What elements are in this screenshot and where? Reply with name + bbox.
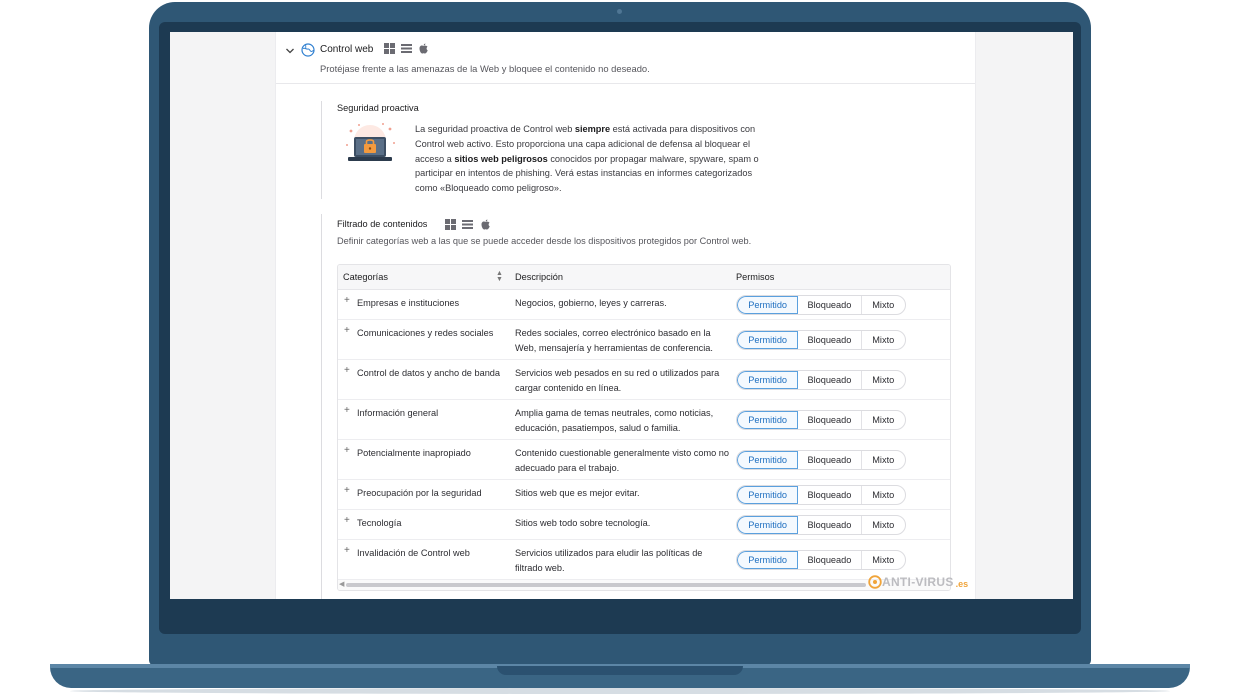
section-title: Filtrado de contenidos [337,219,428,229]
scroll-left-icon[interactable]: ◀ [339,580,344,588]
permission-allowed-button[interactable]: Permitido [737,486,799,504]
permission-selector[interactable]: Permitido Bloqueado Mixto [736,450,906,470]
table-row: + Empresas e instituciones Negocios, gobie… [338,290,950,320]
permission-blocked-button[interactable]: Bloqueado [798,486,862,504]
permission-mixed-button[interactable]: Mixto [862,551,905,569]
permission-mixed-button[interactable]: Mixto [862,451,905,469]
category-description: Servicios utilizados para eludir las pol… [515,548,703,573]
column-header-permissions: Permisos [736,272,775,282]
category-name: Empresas e instituciones [357,298,460,308]
category-description: Negocios, gobierno, leyes y carreras. [515,298,667,308]
watermark: ANTI-VIRUS .es [868,574,968,590]
category-description: Sitios web que es mejor evitar. [515,488,640,498]
permission-blocked-button[interactable]: Bloqueado [798,371,862,389]
watermark-suffix: .es [955,578,969,589]
permission-allowed-button[interactable]: Permitido [737,296,799,314]
globe-icon [301,43,315,57]
category-description: Amplia gama de temas neutrales, como not… [515,408,714,433]
category-description: Contenido cuestionable generalmente vist… [515,448,729,473]
table-header: Categorías ▲ ▼ Descripción Permisos [338,265,950,290]
permission-allowed-button[interactable]: Permitido [737,371,799,389]
permission-allowed-button[interactable]: Permitido [737,451,799,469]
permission-selector[interactable]: Permitido Bloqueado Mixto [736,485,906,505]
permission-selector[interactable]: Permitido Bloqueado Mixto [736,330,906,350]
table-row: + Tecnología Sitios web todo sobre tecnolo… [338,510,950,540]
section-title: Seguridad proactiva [337,103,419,113]
table-row: + Control de datos y ancho de banda Servic… [338,360,950,400]
table-row: + Invalidación de Control web Servicios ut… [338,540,950,580]
category-name: Información general [357,408,439,418]
permission-blocked-button[interactable]: Bloqueado [798,296,862,314]
permission-selector[interactable]: Permitido Bloqueado Mixto [736,515,906,535]
category-name: Invalidación de Control web [357,548,470,558]
permission-blocked-button[interactable]: Bloqueado [798,411,862,429]
permission-mixed-button[interactable]: Mixto [862,296,905,314]
table-row: + Preocupación por la seguridad Sitios web… [338,480,950,510]
camera-icon [617,9,622,14]
apple-icon [481,219,490,230]
category-name: Control de datos y ancho de banda [357,368,501,378]
scrollbar-thumb[interactable] [346,583,866,587]
sort-icon[interactable]: ▲ ▼ [496,270,503,283]
permission-selector[interactable]: Permitido Bloqueado Mixto [736,370,906,390]
laptop-lock-illustration [346,123,395,161]
module-header[interactable]: Control web Protéjase frente a las amena… [276,32,975,84]
category-name: Comunicaciones y redes sociales [357,328,494,338]
permission-blocked-button[interactable]: Bloqueado [798,331,862,349]
category-name: Tecnología [357,518,402,528]
category-name: Potencialmente inapropiado [357,448,471,458]
chevron-down-icon[interactable] [285,46,295,56]
column-header-description: Descripción [515,272,563,282]
web-control-panel: Control web Protéjase frente a las amena… [275,32,976,599]
permission-mixed-button[interactable]: Mixto [862,486,905,504]
proactive-security-section: Seguridad proactiva La seguridad proacti… [321,101,881,199]
permission-mixed-button[interactable]: Mixto [862,411,905,429]
module-subtitle: Protéjase frente a las amenazas de la We… [320,63,650,74]
permission-blocked-button[interactable]: Bloqueado [798,451,862,469]
permission-blocked-button[interactable]: Bloqueado [798,551,862,569]
category-description: Redes sociales, correo electrónico basad… [515,328,713,353]
watermark-logo-icon [868,575,882,589]
table-row: + Comunicaciones y redes sociales Redes so… [338,320,950,360]
category-description: Servicios web pesados en su red o utiliz… [515,368,720,393]
laptop-shadow [70,688,1170,694]
list-icon [462,220,473,229]
laptop-notch [497,666,743,675]
section-subtitle: Definir categorías web a las que se pued… [337,236,752,246]
categories-table: Categorías ▲ ▼ Descripción Permisos + Empr… [337,264,951,591]
permission-selector[interactable]: Permitido Bloqueado Mixto [736,410,906,430]
module-title: Control web [320,44,374,55]
permission-blocked-button[interactable]: Bloqueado [798,516,862,534]
windows-icon [384,43,395,54]
content-filtering-section: Filtrado de contenidos Definir categoría… [321,214,961,599]
permission-allowed-button[interactable]: Permitido [737,516,799,534]
watermark-text: ANTI-VIRUS [882,575,954,589]
windows-icon [445,219,456,230]
table-row: + Información general Amplia gama de temas… [338,400,950,440]
permission-selector[interactable]: Permitido Bloqueado Mixto [736,295,906,315]
permission-mixed-button[interactable]: Mixto [862,371,905,389]
permission-mixed-button[interactable]: Mixto [862,331,905,349]
proactive-description: La seguridad proactiva de Control web si… [415,124,759,194]
apple-icon [419,43,428,54]
list-icon [401,44,412,53]
category-description: Sitios web todo sobre tecnología. [515,518,651,528]
column-header-category[interactable]: Categorías [343,272,388,282]
screen: Control web Protéjase frente a las amena… [170,32,1073,599]
permission-allowed-button[interactable]: Permitido [737,331,799,349]
permission-allowed-button[interactable]: Permitido [737,551,799,569]
horizontal-scrollbar[interactable]: ◀ [338,580,950,590]
permission-selector[interactable]: Permitido Bloqueado Mixto [736,550,906,570]
permission-allowed-button[interactable]: Permitido [737,411,799,429]
permission-mixed-button[interactable]: Mixto [862,516,905,534]
category-name: Preocupación por la seguridad [357,488,482,498]
table-row: + Potencialmente inapropiado Contenido cue… [338,440,950,480]
